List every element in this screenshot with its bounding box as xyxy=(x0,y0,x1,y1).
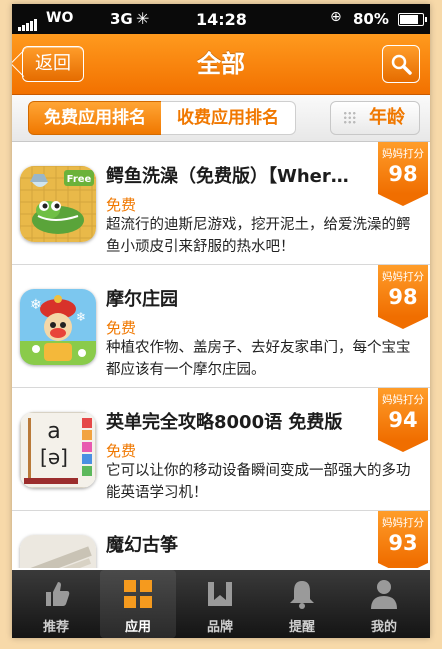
list-item[interactable]: ❄ ❄ 摩尔庄园 免费 种植农作物、盖房子、去好友家串门，每个宝宝都应该有一个摩… xyxy=(12,265,430,388)
tab-free-ranking[interactable]: 免费应用排名 xyxy=(28,101,162,135)
back-button[interactable]: 返回 xyxy=(22,46,84,82)
rotation-lock-icon: ⊕ xyxy=(330,9,342,25)
activity-spinner-icon: ✳ xyxy=(136,9,150,28)
list-item[interactable]: a [ə] 英单完全攻略8000语 免费版 免费 它可以让你的移动设备瞬间变成一… xyxy=(12,388,430,511)
carrier-logo: WO xyxy=(46,10,74,26)
score-value: 93 xyxy=(388,531,418,555)
age-filter-button[interactable]: 年龄 xyxy=(330,101,420,135)
bell-icon xyxy=(290,581,314,609)
score-label: 妈妈打分 xyxy=(382,271,424,283)
app-name: 鳄鱼洗澡（免费版）【Wher… xyxy=(106,166,349,187)
search-icon xyxy=(391,54,412,75)
app-name: 英单完全攻略8000语 免费版 xyxy=(106,412,343,433)
app-icon-english-words: a [ə] xyxy=(20,412,96,488)
tab-reminder[interactable]: 提醒 xyxy=(264,570,340,638)
score-label: 妈妈打分 xyxy=(382,148,424,160)
app-description: 种植农作物、盖房子、去好友家串门，每个宝宝都应该有一个摩尔庄园。 xyxy=(106,340,411,378)
tab-bar: 推荐 应用 品牌 提醒 我的 xyxy=(12,570,430,638)
tab-label: 推荐 xyxy=(42,620,69,635)
tab-label: 品牌 xyxy=(206,620,233,635)
clock: 14:28 xyxy=(196,10,247,29)
score-value: 94 xyxy=(388,408,418,432)
app-name: 摩尔庄园 xyxy=(106,289,178,310)
app-list: Free 鳄鱼洗澡（免费版）【Wher… 免费 超流行的迪斯尼游戏，挖开泥土，给… xyxy=(12,142,430,568)
score-label: 妈妈打分 xyxy=(382,517,424,529)
tab-paid-ranking[interactable]: 收费应用排名 xyxy=(161,101,296,135)
tab-label: 我的 xyxy=(370,620,397,635)
ranking-segment-bar: 免费应用排名 收费应用排名 年龄 xyxy=(12,95,430,142)
app-price: 免费 xyxy=(106,196,137,214)
tab-recommend[interactable]: 推荐 xyxy=(18,570,94,638)
thumbs-up-icon xyxy=(46,582,70,606)
mom-score-badge: 妈妈打分 94 xyxy=(378,388,428,452)
free-badge-text: Free xyxy=(67,174,92,185)
signal-icon xyxy=(18,13,38,31)
app-frame: WO 3G ✳ 14:28 ⊕ 80% 全部 返回 免费应用排名 收费应用排名 … xyxy=(12,4,430,638)
icon-phonetic: [ə] xyxy=(40,445,68,469)
tab-brand[interactable]: 品牌 xyxy=(182,570,258,638)
battery-icon xyxy=(398,13,427,26)
app-price: 免费 xyxy=(106,319,137,337)
list-item[interactable]: Free 鳄鱼洗澡（免费版）【Wher… 免费 超流行的迪斯尼游戏，挖开泥土，给… xyxy=(12,142,430,265)
app-icon-crocodile: Free xyxy=(20,166,96,242)
app-description: 它可以让你的移动设备瞬间变成一部强大的多功能英语学习机！ xyxy=(106,463,411,501)
search-button[interactable] xyxy=(382,45,420,83)
app-description: 超流行的迪斯尼游戏，挖开泥土，给爱洗澡的鳄鱼小顽皮引来舒服的热水吧！ xyxy=(106,217,411,255)
app-price: 免费 xyxy=(106,442,137,460)
brand-icon xyxy=(208,582,232,606)
tab-label: 应用 xyxy=(124,620,151,635)
mom-score-badge: 妈妈打分 98 xyxy=(378,265,428,329)
tab-label: 提醒 xyxy=(288,620,315,635)
person-icon xyxy=(371,580,397,609)
network-type: 3G xyxy=(110,10,133,28)
app-name: 魔幻古筝 xyxy=(106,535,178,556)
grid-icon xyxy=(124,580,152,608)
tab-mine[interactable]: 我的 xyxy=(346,570,422,638)
dots-grid-icon xyxy=(343,111,357,125)
icon-letter: a xyxy=(47,419,60,444)
nav-bar: 全部 返回 xyxy=(12,34,430,95)
score-value: 98 xyxy=(388,162,418,186)
svg-text:❄: ❄ xyxy=(76,310,86,324)
mom-score-badge: 妈妈打分 98 xyxy=(378,142,428,206)
app-icon-mole-manor: ❄ ❄ xyxy=(20,289,96,365)
score-label: 妈妈打分 xyxy=(382,394,424,406)
app-icon-guzheng xyxy=(20,535,96,568)
list-item[interactable]: 魔幻古筝 妈妈打分 93 xyxy=(12,511,430,568)
mom-score-badge: 妈妈打分 93 xyxy=(378,511,428,568)
status-bar: WO 3G ✳ 14:28 ⊕ 80% xyxy=(12,4,430,34)
score-value: 98 xyxy=(388,285,418,309)
svg-text:❄: ❄ xyxy=(30,297,42,313)
battery-percent: 80% xyxy=(353,10,389,28)
age-filter-label: 年龄 xyxy=(369,107,405,128)
tab-apps[interactable]: 应用 xyxy=(100,570,176,638)
